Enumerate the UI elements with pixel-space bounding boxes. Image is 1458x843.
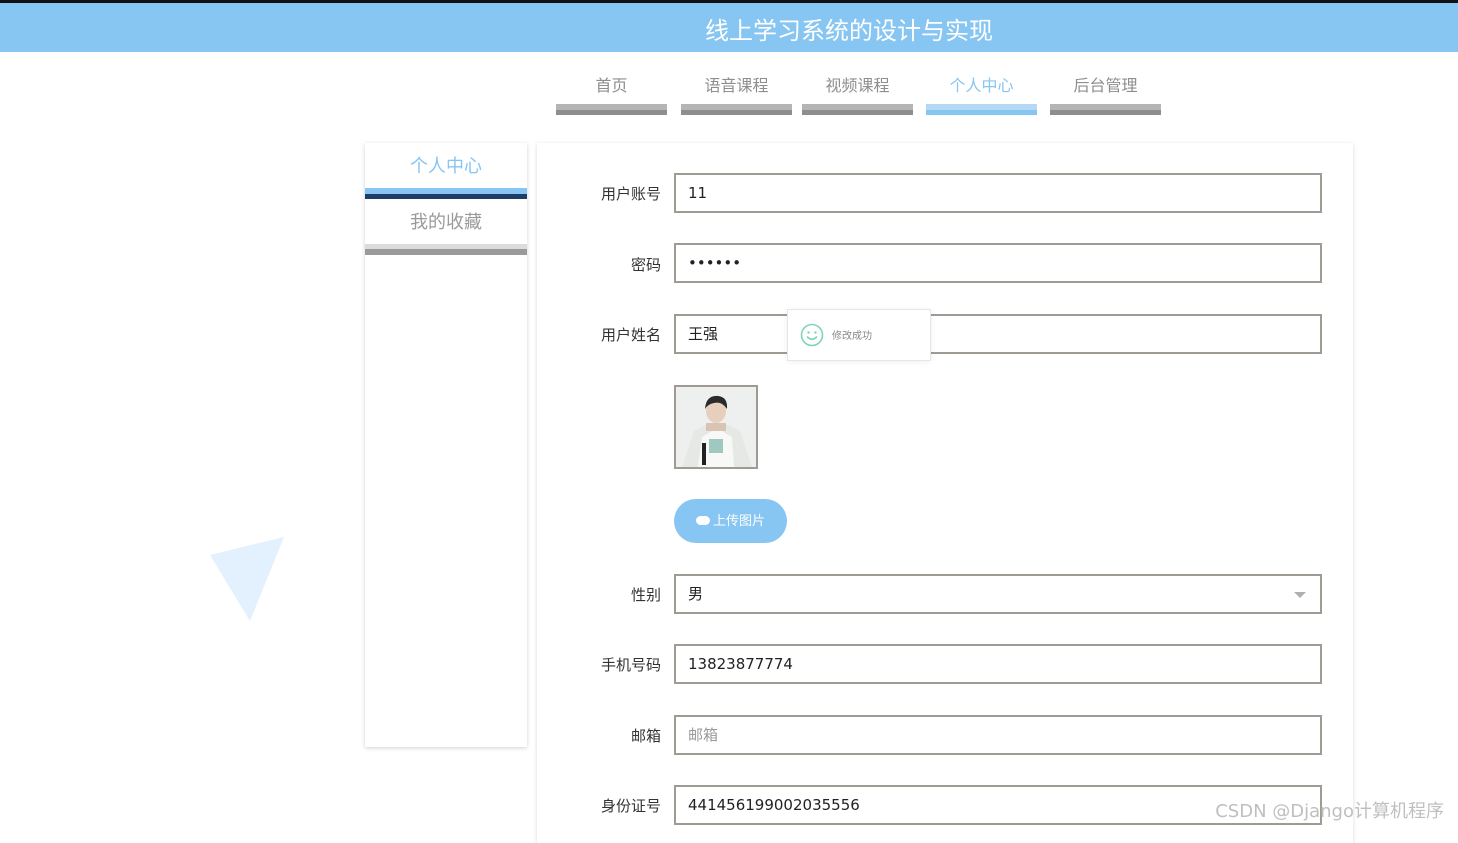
nav-item-underline bbox=[802, 104, 913, 115]
toast-message: 修改成功 bbox=[832, 331, 872, 342]
sidebar-item-favorites[interactable]: 我的收藏 bbox=[365, 199, 527, 255]
nav-item-video-courses[interactable]: 视频课程 bbox=[802, 70, 913, 116]
sidebar: 个人中心 我的收藏 bbox=[365, 143, 527, 747]
nav-item-admin[interactable]: 后台管理 bbox=[1050, 70, 1161, 116]
nav-item-label: 首页 bbox=[595, 76, 628, 95]
sidebar-item-underline bbox=[365, 244, 527, 255]
nav-item-label: 视频课程 bbox=[825, 76, 890, 95]
account-label: 用户账号 bbox=[600, 185, 661, 203]
nav-item-label: 个人中心 bbox=[949, 76, 1014, 95]
id-number-label: 身份证号 bbox=[600, 797, 661, 815]
nav-item-label: 语音课程 bbox=[704, 76, 769, 95]
nav-item-underline bbox=[556, 104, 667, 115]
name-input[interactable]: 王强 bbox=[674, 314, 1322, 354]
sidebar-item-personal-center[interactable]: 个人中心 bbox=[365, 143, 527, 199]
avatar-photo-icon bbox=[676, 387, 756, 467]
app-header: 线上学习系统的设计与实现 bbox=[0, 3, 1458, 52]
success-toast: 修改成功 bbox=[787, 309, 931, 361]
chevron-down-icon bbox=[1294, 592, 1306, 598]
watermark: CSDN @Django计算机程序 bbox=[1215, 801, 1444, 822]
nav-item-personal-center[interactable]: 个人中心 bbox=[926, 70, 1037, 116]
password-label: 密码 bbox=[630, 256, 661, 274]
password-input[interactable]: •••••• bbox=[674, 243, 1322, 283]
nav-item-underline bbox=[681, 104, 792, 115]
sidebar-item-label: 个人中心 bbox=[410, 156, 482, 177]
profile-form: 用户账号 11 密码 •••••• 用户姓名 王强 上传图片 性别 男 手机号码… bbox=[537, 143, 1353, 843]
nav-item-underline bbox=[926, 104, 1037, 115]
top-nav: 首页 语音课程 视频课程 个人中心 后台管理 bbox=[0, 70, 1458, 120]
sidebar-item-label: 我的收藏 bbox=[410, 212, 482, 233]
account-input[interactable]: 11 bbox=[674, 173, 1322, 213]
app-title: 线上学习系统的设计与实现 bbox=[705, 17, 993, 45]
gender-label: 性别 bbox=[630, 586, 661, 604]
phone-label: 手机号码 bbox=[600, 656, 661, 674]
gender-select-value: 男 bbox=[688, 585, 704, 603]
phone-input[interactable]: 13823877774 bbox=[674, 644, 1322, 684]
upload-button-label: 上传图片 bbox=[712, 513, 765, 528]
cloud-upload-icon bbox=[695, 516, 710, 526]
avatar bbox=[674, 385, 758, 469]
name-label: 用户姓名 bbox=[600, 326, 661, 344]
email-input[interactable]: 邮箱 bbox=[674, 715, 1322, 755]
nav-item-home[interactable]: 首页 bbox=[556, 70, 667, 116]
email-label: 邮箱 bbox=[630, 727, 661, 745]
decorative-triangle-icon bbox=[210, 537, 284, 621]
sidebar-item-underline bbox=[365, 188, 527, 199]
upload-image-button[interactable]: 上传图片 bbox=[674, 499, 787, 543]
smile-icon bbox=[800, 323, 824, 347]
nav-item-label: 后台管理 bbox=[1073, 76, 1138, 95]
nav-item-audio-courses[interactable]: 语音课程 bbox=[681, 70, 792, 116]
gender-select[interactable]: 男 bbox=[674, 574, 1322, 614]
nav-item-underline bbox=[1050, 104, 1161, 115]
